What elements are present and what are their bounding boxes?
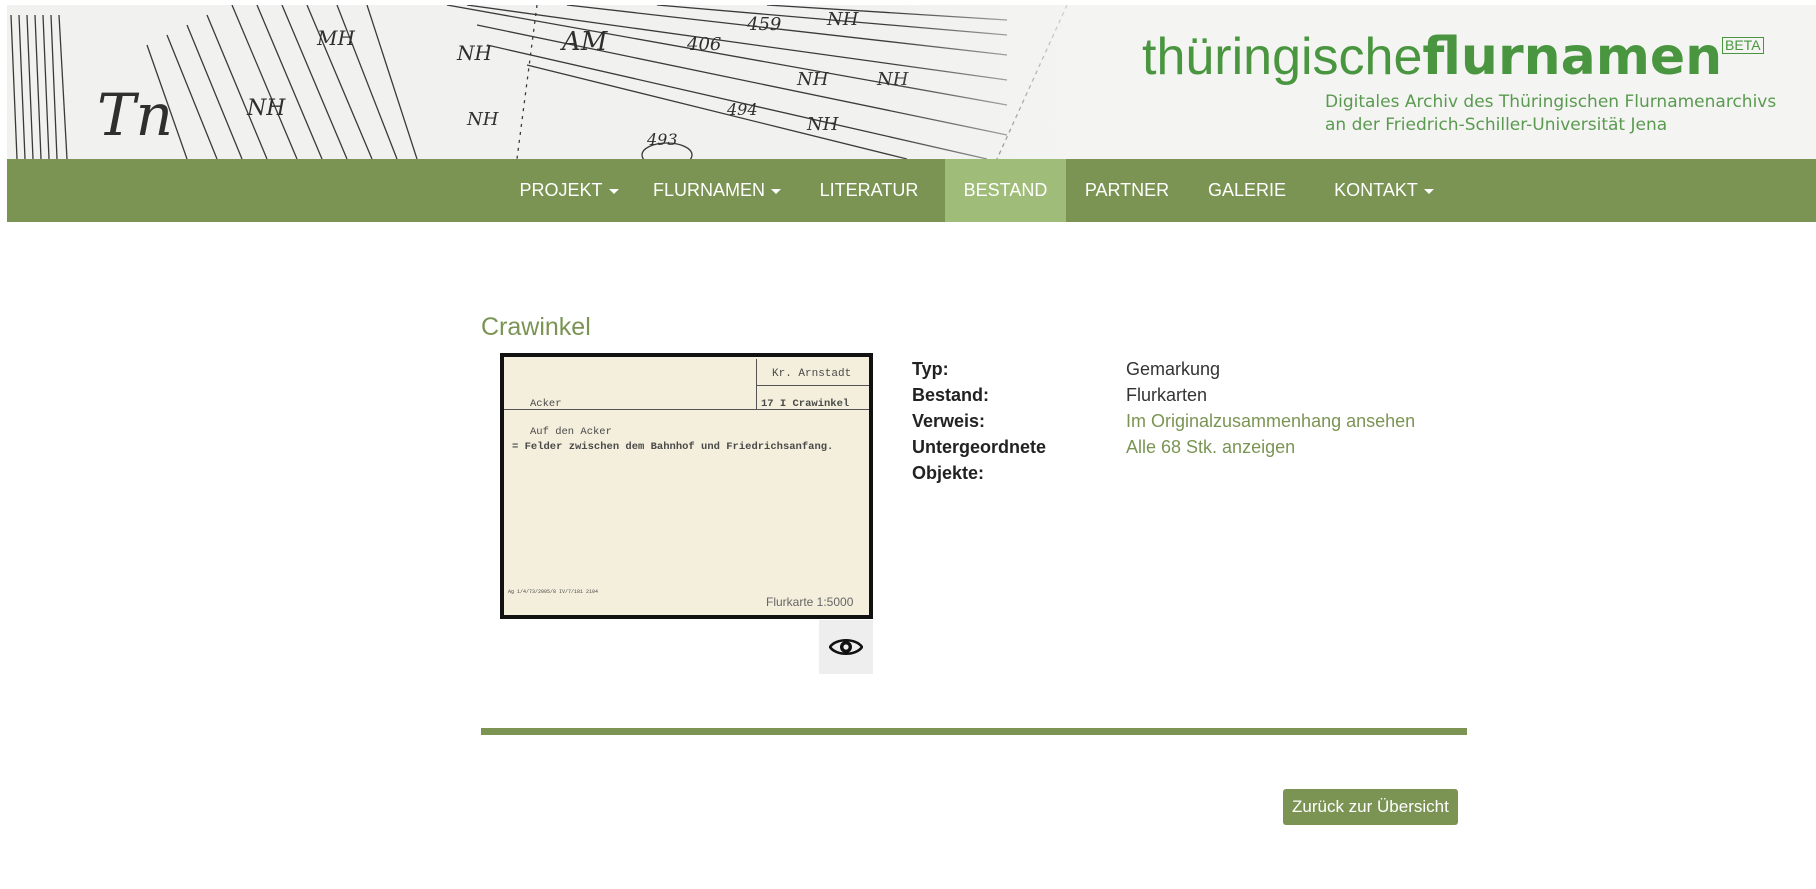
card-line-2: = Felder zwischen dem Bahnhof und Friedr… — [512, 441, 834, 453]
brand-title: thüringischeflurnamen — [1142, 27, 1816, 87]
nav-label: GALERIE — [1207, 180, 1287, 200]
typ-label: Typ: — [912, 359, 949, 379]
nav-label: PROJEKT — [519, 180, 603, 200]
card-right-label: 17 I Crawinkel — [761, 398, 850, 410]
header-banner: Tn MH NH AM 406 459 NH NH NH NH 493 494 … — [7, 5, 1816, 159]
brand-subtitle-line2: an der Friedrich-Schiller-Universität Je… — [1325, 115, 1668, 135]
eye-icon — [829, 638, 863, 656]
archive-card-image: Kr. Arnstadt Acker 17 I Crawinkel Auf de… — [504, 357, 869, 615]
objekte-label: Objekte: — [912, 463, 985, 483]
verweis-label: Verweis: — [912, 411, 986, 431]
card-footer-right: Flurkarte 1:5000 — [766, 595, 854, 609]
page-title: Crawinkel — [481, 313, 591, 341]
beta-badge: BETA — [1722, 37, 1764, 54]
card-hline-right — [756, 385, 869, 386]
caret-down-icon — [771, 188, 781, 194]
nav-item-projekt[interactable]: PROJEKT — [509, 159, 629, 222]
nav-item-kontakt[interactable]: KONTAKT — [1325, 159, 1443, 222]
card-vline — [756, 359, 757, 409]
card-image-frame[interactable]: Kr. Arnstadt Acker 17 I Crawinkel Auf de… — [500, 353, 873, 619]
typ-value: Gemarkung — [1126, 359, 1221, 379]
card-top-right: Kr. Arnstadt — [772, 368, 852, 380]
nav-item-bestand[interactable]: BESTAND — [945, 159, 1066, 222]
card-line-1: Auf den Acker — [530, 426, 612, 438]
back-to-overview-button[interactable]: Zurück zur Übersicht — [1283, 789, 1458, 825]
site-logo[interactable]: thüringischeflurnamen BETA Digitales Arc… — [1142, 27, 1816, 135]
brand-subtitle-line1: Digitales Archiv des Thüringischen Flurn… — [1325, 92, 1777, 112]
view-image-button[interactable] — [819, 620, 873, 674]
nav-item-galerie[interactable]: GALERIE — [1197, 159, 1297, 222]
banner-map-illustration: Tn MH NH AM 406 459 NH NH NH NH 493 494 … — [7, 5, 1107, 159]
nav-label: FLURNAMEN — [652, 180, 765, 200]
show-children-link[interactable]: Alle 68 Stk. anzeigen — [1126, 434, 1295, 460]
card-left-label: Acker — [530, 398, 562, 410]
nav-item-flurnamen[interactable]: FLURNAMEN — [647, 159, 787, 222]
nav-label: KONTAKT — [1334, 180, 1418, 200]
untergeordnete-label: Untergeordnete — [912, 437, 1047, 457]
brand-title-light: thüringische — [1142, 28, 1423, 86]
nav-item-literatur[interactable]: LITERATUR — [813, 159, 925, 222]
nav-label: PARTNER — [1084, 180, 1170, 200]
nav-label: LITERATUR — [819, 180, 919, 200]
brand-title-bold: flurnamen — [1422, 27, 1723, 87]
caret-down-icon — [608, 188, 619, 194]
verweis-link[interactable]: Im Originalzusammenhang ansehen — [1126, 408, 1415, 434]
bestand-value: Flurkarten — [1126, 385, 1208, 405]
caret-down-icon — [1423, 188, 1434, 194]
brand-subtitle: Digitales Archiv des Thüringischen Flurn… — [1325, 91, 1816, 137]
card-footer-left: Ag 1/4/73/2005/8 IV/7/181 2104 — [508, 589, 599, 595]
nav-item-partner[interactable]: PARTNER — [1077, 159, 1177, 222]
content-divider — [481, 728, 1467, 735]
nav-label: BESTAND — [963, 180, 1048, 200]
main-navbar: PROJEKT FLURNAMEN LITERATUR BESTAND PART… — [7, 159, 1816, 222]
bestand-label: Bestand: — [912, 385, 990, 405]
